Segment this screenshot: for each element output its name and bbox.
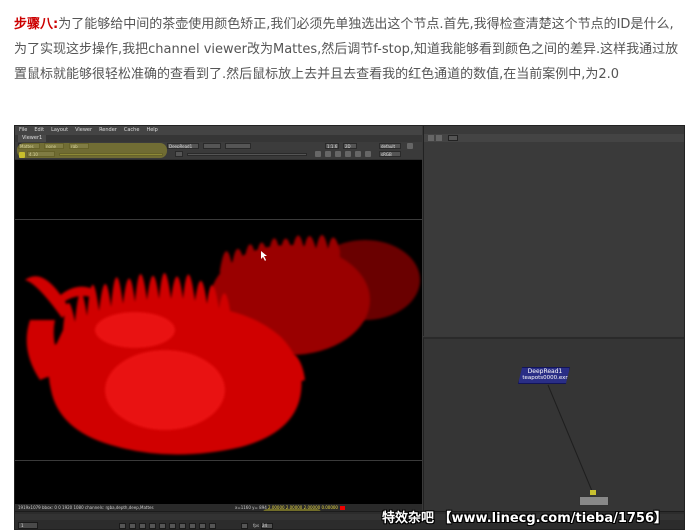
frame-increment-field[interactable] <box>139 523 146 529</box>
step-label: 步骤八: <box>14 17 59 32</box>
frame-field[interactable]: 1 <box>18 522 38 529</box>
fps-field[interactable]: 24 <box>261 523 273 529</box>
nuke-screenshot: File Edit Layout Viewer Render Cache Hel… <box>14 125 685 530</box>
fstop-highlight <box>17 143 167 158</box>
roi-icon[interactable] <box>335 151 341 157</box>
step-forward-button[interactable] <box>189 523 196 529</box>
play-backward-button[interactable] <box>159 523 166 529</box>
input-a-select[interactable]: DeepRead1 <box>167 143 199 149</box>
clip-icon[interactable] <box>315 151 321 157</box>
deepread-node-title: DeepRead1 <box>527 368 563 375</box>
menu-viewer[interactable]: Viewer <box>75 126 92 135</box>
lock-icon[interactable] <box>325 151 331 157</box>
play-forward-button[interactable] <box>179 523 186 529</box>
first-frame-button[interactable] <box>119 523 126 529</box>
viewer-tab-row: Viewer1 <box>15 135 422 142</box>
menu-cache[interactable]: Cache <box>124 126 140 135</box>
loop-button[interactable] <box>241 523 248 529</box>
pixel-color-swatch <box>340 506 345 510</box>
viewer-panel: File Edit Layout Viewer Render Cache Hel… <box>15 126 422 529</box>
article-text: 步骤八:为了能够给中间的茶壶使用颜色矫正,我们必须先单独选出这个节点.首先,我得… <box>14 12 686 87</box>
step-body: 为了能够给中间的茶壶使用颜色矫正,我们必须先单独选出这个节点.首先,我得检查清楚… <box>14 17 679 82</box>
zoom-select[interactable]: 1:1.6 <box>325 143 339 149</box>
properties-lock-icon[interactable] <box>428 135 434 141</box>
menu-help[interactable]: Help <box>146 126 157 135</box>
node-connection-line <box>547 384 593 492</box>
view-mode-select[interactable]: 2D <box>343 143 357 149</box>
viewer-node[interactable] <box>579 490 609 506</box>
prev-keyframe-button[interactable] <box>129 523 136 529</box>
viewer-node-input[interactable] <box>590 490 596 495</box>
properties-clear-icon[interactable] <box>436 135 442 141</box>
viewer-canvas[interactable] <box>15 160 422 504</box>
refresh-icon[interactable] <box>345 151 351 157</box>
input-b-select[interactable] <box>225 143 251 149</box>
settings-icon[interactable] <box>407 143 413 149</box>
properties-toolbar <box>424 134 684 142</box>
menu-file[interactable]: File <box>19 126 27 135</box>
max-panels-field[interactable] <box>448 135 458 141</box>
menu-edit[interactable]: Edit <box>34 126 44 135</box>
teapot-mattes-render <box>25 235 420 455</box>
fps-label: fps <box>253 523 260 528</box>
format-info: 1919x1079 bbox: 0 0 1920 1080 channels: … <box>18 505 154 510</box>
menu-layout[interactable]: Layout <box>51 126 68 135</box>
next-keyframe-button[interactable] <box>199 523 206 529</box>
node-graph-panel[interactable]: DeepRead1 teapots0000.exr <box>423 337 684 511</box>
step-back-button[interactable] <box>149 523 156 529</box>
tab-viewer1[interactable]: Viewer1 <box>18 135 47 142</box>
menu-bar: File Edit Layout Viewer Render Cache Hel… <box>15 126 422 135</box>
last-frame-button[interactable] <box>209 523 216 529</box>
stop-button[interactable] <box>169 523 176 529</box>
cursor-coords: x=1160 y= 894 <box>235 505 267 510</box>
gamma-field[interactable] <box>175 151 183 157</box>
menu-render[interactable]: Render <box>99 126 117 135</box>
lut-select[interactable]: default <box>379 143 401 149</box>
viewer-info-bar: 1919x1079 bbox: 0 0 1920 1080 channels: … <box>15 504 422 511</box>
gamma-slider[interactable] <box>187 153 307 156</box>
colorspace-select[interactable]: sRGB <box>379 151 401 157</box>
pause-icon[interactable] <box>355 151 361 157</box>
properties-panel <box>423 126 684 336</box>
site-watermark: 特效杂吧 【www.linecg.com/tieba/1756】 <box>382 511 668 526</box>
gpu-icon[interactable] <box>365 151 371 157</box>
deepread-node-file: teapots0000.exr <box>522 375 568 381</box>
input-op-select[interactable] <box>203 143 221 149</box>
